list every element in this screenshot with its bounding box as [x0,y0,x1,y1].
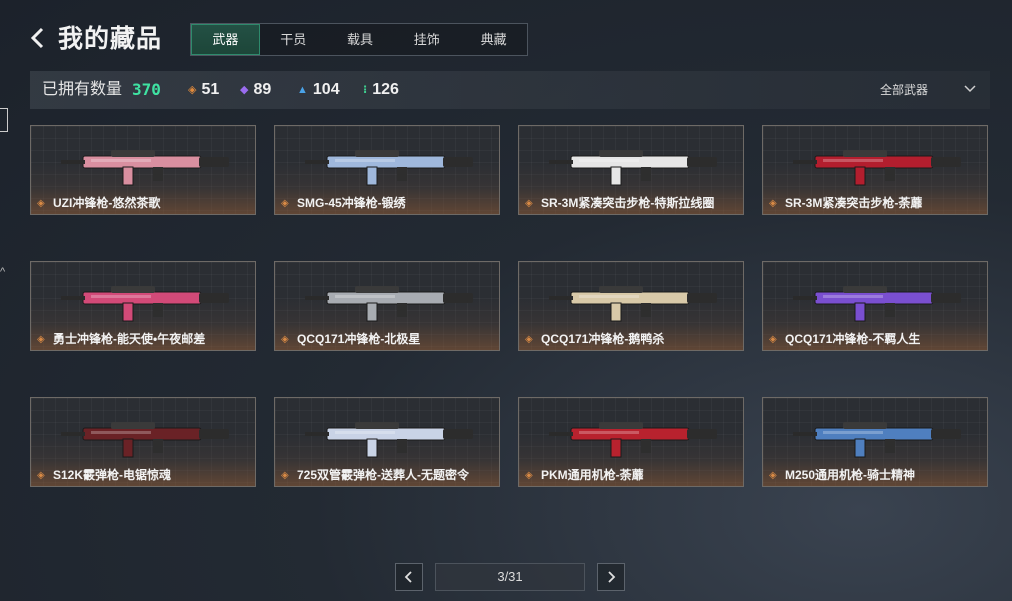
item-name: S12K霰弹枪-电锯惊魂 [53,468,172,482]
collection-item-card[interactable]: ◈ SR-3M紧凑突击步枪-特斯拉线圈 [518,125,744,215]
tier-count: 51 [201,81,220,98]
weapon-image [793,150,961,186]
tier-count: 126 [372,81,399,98]
chevron-left-icon [30,27,44,49]
orange-diamond-icon: ◈ [188,84,197,96]
weapon-image [61,286,229,322]
weapon-image [305,286,473,322]
stats-bar: 已拥有数量 370 ◈ 51 ◆ 89 ▲ 104 ⁝ 126 全部武器 [30,71,990,109]
collection-grid: ◈ UZI冲锋枪-悠然茶歌 ◈ SMG-45冲锋枪-锻绣 ◈ SR-3M紧凑突击步枪-特斯… [30,125,990,517]
item-name: SR-3M紧凑突击步枪-荼蘼 [785,196,923,210]
page-title: 我的藏品 [58,25,163,53]
collection-item-card[interactable]: ◈ PKM通用机枪-荼蘼 [518,397,744,487]
category-tabs: 武器 干员 载具 挂饰 典藏 [190,23,528,56]
item-name: 勇士冲锋枪-能天使•午夜邮差 [53,332,206,346]
collection-item-card[interactable]: ◈ SR-3M紧凑突击步枪-荼蘼 [762,125,988,215]
orange-diamond-icon: ◈ [769,334,777,345]
purple-diamond-icon: ◆ [240,84,249,96]
collection-item-card[interactable]: ◈ S12K霰弹枪-电锯惊魂 [30,397,256,487]
orange-diamond-icon: ◈ [525,198,533,209]
collection-item-card[interactable]: ◈ 勇士冲锋枪-能天使•午夜邮差 [30,261,256,351]
page-indicator: 3/31 [435,563,585,591]
tab-operators[interactable]: 干员 [260,24,327,55]
chevron-right-icon [608,571,616,583]
orange-diamond-icon: ◈ [281,470,289,481]
chevron-down-icon[interactable] [963,84,977,94]
weapon-image [549,150,717,186]
weapon-image [305,422,473,458]
tier-stat-orange: ◈ 51 [188,71,219,109]
tab-collection[interactable]: 典藏 [460,24,527,55]
tab-charms[interactable]: 挂饰 [393,24,460,55]
collection-item-card[interactable]: ◈ M250通用机枪-骑士精神 [762,397,988,487]
item-name: UZI冲锋枪-悠然茶歌 [53,196,161,210]
collection-item-card[interactable]: ◈ QCQ171冲锋枪-北极星 [274,261,500,351]
weapon-image [61,150,229,186]
weapon-image [793,286,961,322]
weapon-image [793,422,961,458]
tier-stat-blue: ▲ 104 [297,71,340,109]
item-name: 725双管霰弹枪-送葬人-无题密令 [297,468,470,482]
side-caret-icon: ^ [0,266,6,278]
collection-item-card[interactable]: ◈ 725双管霰弹枪-送葬人-无题密令 [274,397,500,487]
orange-diamond-icon: ◈ [37,470,45,481]
owned-label: 已拥有数量 [42,81,123,98]
tier-count: 89 [253,81,272,98]
side-edge-marker [0,108,8,132]
orange-diamond-icon: ◈ [525,470,533,481]
chevron-left-icon [404,571,412,583]
item-name: M250通用机枪-骑士精神 [785,468,916,482]
item-name: QCQ171冲锋枪-不羁人生 [785,332,921,346]
green-dots-icon: ⁝ [363,84,368,96]
orange-diamond-icon: ◈ [37,198,45,209]
collection-item-card[interactable]: ◈ QCQ171冲锋枪-鹅鸭杀 [518,261,744,351]
weapon-image [549,422,717,458]
weapon-image [549,286,717,322]
owned-count: 370 [132,80,161,99]
item-name: PKM通用机枪-荼蘼 [541,468,644,482]
prev-page-button[interactable] [395,563,423,591]
tier-stat-purple: ◆ 89 [240,71,271,109]
collection-item-card[interactable]: ◈ SMG-45冲锋枪-锻绣 [274,125,500,215]
back-button[interactable] [30,26,52,52]
collection-item-card[interactable]: ◈ UZI冲锋枪-悠然茶歌 [30,125,256,215]
pagination: 3/31 [395,563,627,591]
tier-count: 104 [312,81,340,98]
item-name: QCQ171冲锋枪-北极星 [297,332,421,346]
item-name: SR-3M紧凑突击步枪-特斯拉线圈 [541,196,715,210]
orange-diamond-icon: ◈ [281,198,289,209]
item-name: QCQ171冲锋枪-鹅鸭杀 [541,332,665,346]
orange-diamond-icon: ◈ [525,334,533,345]
collection-item-card[interactable]: ◈ QCQ171冲锋枪-不羁人生 [762,261,988,351]
tab-weapons[interactable]: 武器 [191,24,260,55]
orange-diamond-icon: ◈ [769,198,777,209]
tier-stat-green: ⁝ 126 [363,71,399,109]
weapon-image [305,150,473,186]
next-page-button[interactable] [597,563,625,591]
orange-diamond-icon: ◈ [281,334,289,345]
item-name: SMG-45冲锋枪-锻绣 [297,196,406,210]
weapon-image [61,422,229,458]
weapon-filter-dropdown[interactable]: 全部武器 [880,71,928,109]
orange-diamond-icon: ◈ [37,334,45,345]
tab-vehicles[interactable]: 载具 [327,24,394,55]
blue-chevron-icon: ▲ [297,84,308,96]
orange-diamond-icon: ◈ [769,470,777,481]
